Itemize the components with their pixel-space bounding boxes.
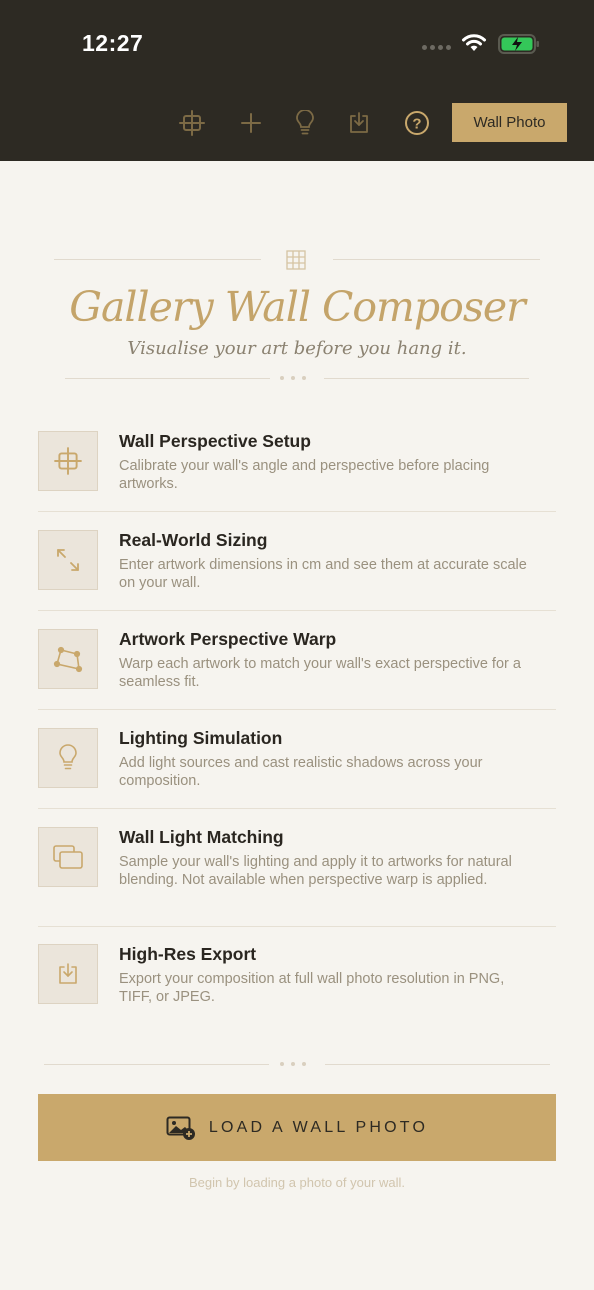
download-icon[interactable] — [344, 108, 374, 138]
footer-divider-right — [325, 1064, 550, 1065]
ornament-dots — [280, 1062, 306, 1066]
feature-title: Artwork Perspective Warp — [119, 629, 337, 649]
feature-description: Add light sources and cast realistic sha… — [119, 755, 483, 789]
top-bar: 12:27 ? Wall Photo — [0, 0, 594, 161]
header-divider-left — [54, 259, 261, 260]
download-icon — [38, 944, 98, 1004]
lightbulb-icon[interactable] — [290, 108, 320, 138]
load-hint-text: Begin by loading a photo of your wall. — [188, 1175, 406, 1190]
page-subtitle: Visualise your art before you hang it. — [127, 338, 467, 359]
battery-charging-icon — [498, 34, 539, 54]
feature-divider — [38, 511, 556, 512]
perspective-warp-icon — [38, 629, 98, 689]
wifi-icon — [462, 34, 486, 51]
svg-text:?: ? — [412, 116, 421, 133]
lightbulb-icon — [38, 728, 98, 788]
resize-arrows-icon — [38, 530, 98, 590]
feature-description: Warp each artwork to match your wall's e… — [119, 656, 521, 690]
feature-description: Calibrate your wall's angle and perspect… — [119, 458, 490, 492]
feature-title: High-Res Export — [119, 944, 257, 964]
load-wall-photo-label: LOAD A WALL PHOTO — [208, 1118, 429, 1136]
footer-divider-left — [44, 1064, 269, 1065]
load-wall-photo-button[interactable]: LOAD A WALL PHOTO — [38, 1094, 556, 1161]
wall-photo-button[interactable]: Wall Photo — [452, 103, 567, 142]
feature-title: Wall Perspective Setup — [119, 431, 311, 451]
stacked-frames-icon — [38, 827, 98, 887]
feature-description: Enter artwork dimensions in cm and see t… — [119, 557, 527, 591]
page-title: Gallery Wall Composer — [69, 283, 526, 331]
feature-title: Wall Light Matching — [119, 827, 284, 847]
subtitle-divider-right — [324, 378, 529, 379]
feature-description: Sample your wall's lighting and apply it… — [119, 854, 512, 888]
status-time: 12:27 — [82, 30, 144, 56]
feature-divider — [38, 926, 556, 927]
cellular-signal-icon — [422, 45, 454, 51]
feature-divider — [38, 808, 556, 809]
add-image-icon — [166, 1116, 195, 1140]
subtitle-divider-left — [65, 378, 270, 379]
feature-title: Lighting Simulation — [119, 728, 283, 748]
feature-title: Real-World Sizing — [119, 530, 268, 550]
crop-perspective-icon[interactable] — [177, 108, 207, 138]
help-icon[interactable]: ? — [402, 108, 432, 138]
crop-perspective-icon — [38, 431, 98, 491]
header-divider-right — [333, 259, 540, 260]
feature-description: Export your composition at full wall pho… — [119, 971, 505, 1005]
plus-icon[interactable] — [236, 108, 266, 138]
grid-icon — [286, 250, 306, 270]
feature-divider — [38, 709, 556, 710]
feature-divider — [38, 610, 556, 611]
ornament-dots — [280, 376, 306, 380]
